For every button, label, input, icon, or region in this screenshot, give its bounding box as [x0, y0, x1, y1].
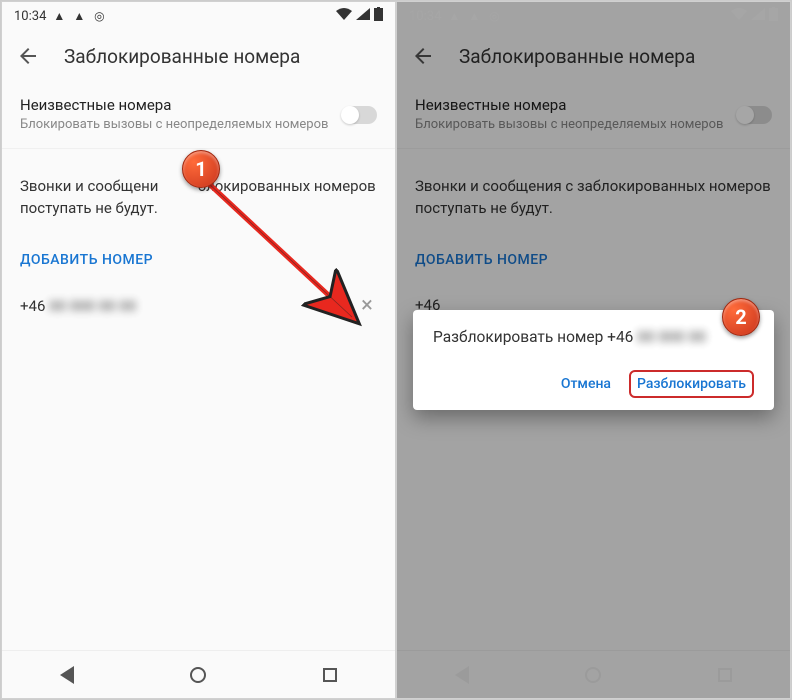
- sync-icon: ◎: [92, 9, 106, 23]
- unknown-numbers-setting[interactable]: Неизвестные номера Блокировать вызовы с …: [2, 82, 395, 149]
- wifi-icon: [336, 8, 352, 24]
- back-arrow-icon[interactable]: [16, 44, 40, 68]
- unknown-toggle[interactable]: [343, 106, 377, 124]
- warning-icon: ▲: [467, 9, 481, 23]
- app-header: Заблокированные номера: [2, 30, 395, 82]
- setting-title: Неизвестные номера: [20, 96, 343, 114]
- warning-icon: ▲: [72, 9, 86, 23]
- setting-subtitle: Блокировать вызовы с неопределяемых номе…: [20, 117, 343, 134]
- signal-icon: [356, 8, 370, 24]
- wifi-icon: [731, 8, 747, 24]
- nav-bar: [397, 650, 790, 698]
- setting-subtitle: Блокировать вызовы с неопределяемых номе…: [415, 117, 738, 134]
- nav-bar: [2, 650, 395, 698]
- nav-back-icon[interactable]: [60, 666, 74, 684]
- status-time: 10:34: [14, 9, 46, 24]
- sync-icon: ◎: [487, 9, 501, 23]
- warning-icon: ▲: [52, 9, 66, 23]
- battery-icon: [769, 7, 778, 25]
- nav-back-icon[interactable]: [455, 666, 469, 684]
- unblock-dialog: Разблокировать номер +46 00 000 00 Отмен…: [413, 310, 774, 410]
- phone-number: +46 00 000 00 00: [20, 297, 136, 315]
- screen-left: 10:34 ▲ ▲ ◎ Заблокированные номера Неизв…: [1, 1, 396, 699]
- unblock-button[interactable]: Разблокировать: [629, 370, 754, 398]
- cancel-button[interactable]: Отмена: [551, 368, 621, 400]
- nav-home-icon[interactable]: [190, 667, 206, 683]
- unknown-numbers-setting: Неизвестные номера Блокировать вызовы с …: [397, 82, 790, 149]
- page-title: Заблокированные номера: [459, 45, 695, 68]
- nav-recent-icon[interactable]: [323, 668, 337, 682]
- status-bar: 10:34 ▲ ▲ ◎: [2, 2, 395, 30]
- step-badge-1: 1: [182, 150, 220, 188]
- setting-title: Неизвестные номера: [415, 96, 738, 114]
- battery-icon: [374, 7, 383, 25]
- screen-right: 10:34 ▲ ▲ ◎ Заблокированные номера Неизв…: [396, 1, 791, 699]
- signal-icon: [751, 8, 765, 24]
- add-number-button[interactable]: ДОБАВИТЬ НОМЕР: [2, 238, 395, 282]
- nav-recent-icon[interactable]: [718, 668, 732, 682]
- app-header: Заблокированные номера: [397, 30, 790, 82]
- page-title: Заблокированные номера: [64, 45, 300, 68]
- info-text: Звонки и сообщения с заблокированных ном…: [397, 149, 790, 238]
- step-badge-2: 2: [722, 298, 760, 336]
- add-number-button: ДОБАВИТЬ НОМЕР: [397, 238, 790, 282]
- dialog-message: Разблокировать номер +46 00 000 00: [433, 328, 754, 346]
- nav-home-icon[interactable]: [585, 667, 601, 683]
- unknown-toggle: [738, 106, 772, 124]
- status-time: 10:34: [409, 9, 441, 24]
- blocked-number-row: +46 00 000 00 00 ×: [2, 282, 395, 330]
- back-arrow-icon[interactable]: [411, 44, 435, 68]
- status-bar: 10:34 ▲ ▲ ◎: [397, 2, 790, 30]
- warning-icon: ▲: [447, 9, 461, 23]
- remove-number-icon[interactable]: ×: [357, 296, 377, 316]
